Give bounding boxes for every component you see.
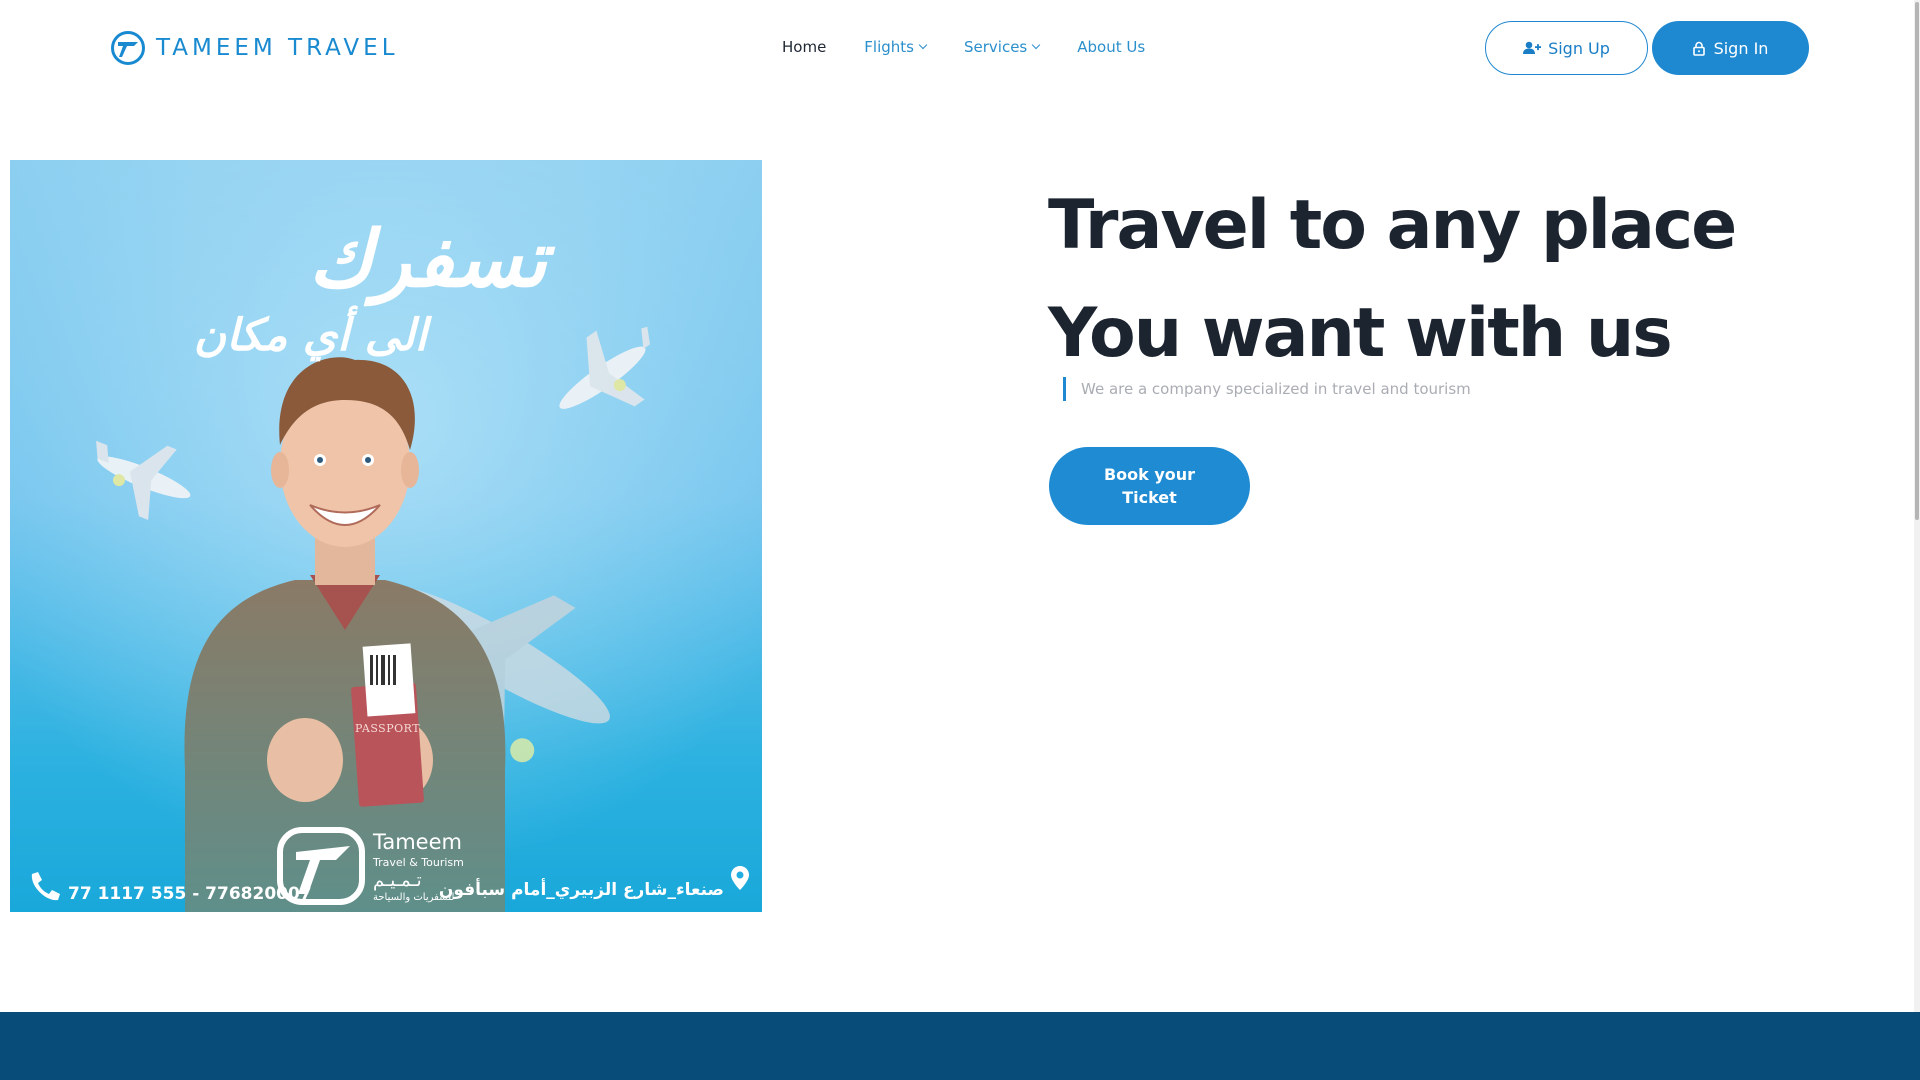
brand-logo[interactable]: TAMEEM TRAVEL: [110, 30, 399, 66]
plane-logo-icon: [111, 31, 145, 65]
passport-text: PASSPORT: [355, 722, 421, 735]
sign-up-label: Sign Up: [1548, 38, 1610, 58]
nav-item-flights[interactable]: Flights: [864, 38, 928, 56]
hero-title-line-1: Travel to any place: [1048, 186, 1737, 265]
lock-icon: [1692, 41, 1705, 56]
footer-section: [0, 1012, 1920, 1080]
sign-in-label: Sign In: [1713, 38, 1769, 58]
hero-subtitle: We are a company specialized in travel a…: [1063, 377, 1471, 401]
chevron-down-icon: [1032, 40, 1041, 50]
poster-brand-tagline: Travel & Tourism: [373, 856, 464, 869]
nav-item-about-us[interactable]: About Us: [1077, 38, 1145, 56]
nav-item-home[interactable]: Home: [782, 38, 826, 56]
poster-address: صنعاء_شارع الزبيري_أمام سبأفون: [438, 880, 724, 900]
hero-title: Travel to any place You want with us: [1048, 172, 1737, 388]
poster-brand-name-ar: تـمـيـم: [373, 870, 422, 891]
poster-address-row: صنعاء_شارع الزبيري_أمام سبأفون: [439, 880, 750, 900]
nav-item-label: Home: [782, 38, 827, 56]
poster-headline: تسفرك: [308, 215, 547, 305]
nav-item-label: Flights: [864, 38, 914, 56]
sign-in-button[interactable]: Sign In: [1652, 21, 1809, 75]
hero-poster-image: تسفرك الى أي مكان PASSPORT Tameem Travel…: [10, 160, 762, 912]
user-plus-icon: [1523, 41, 1542, 54]
nav-item-label: Services: [963, 38, 1028, 56]
nav-item-label: About Us: [1077, 38, 1146, 56]
chevron-down-icon: [918, 40, 928, 50]
book-ticket-button[interactable]: Book your Ticket: [1049, 447, 1250, 525]
poster-phone-number: 77 1117 555 - 776820007: [68, 884, 312, 904]
poster-phone-row: 77 1117 555 - 776820007: [26, 884, 312, 904]
hero-title-line-2: You want with us: [1048, 294, 1673, 373]
main-nav: Home Flights Services About Us: [782, 38, 1183, 56]
brand-name: TAMEEM TRAVEL: [156, 35, 399, 61]
scrollbar-thumb[interactable]: [1915, 2, 1919, 520]
sign-up-button[interactable]: Sign Up: [1485, 21, 1648, 75]
page-scrollbar[interactable]: [1914, 0, 1920, 1080]
poster-brand-name: Tameem: [373, 830, 462, 854]
nav-item-services[interactable]: Services: [963, 38, 1041, 56]
poster-subheadline: الى أي مكان: [193, 310, 427, 361]
